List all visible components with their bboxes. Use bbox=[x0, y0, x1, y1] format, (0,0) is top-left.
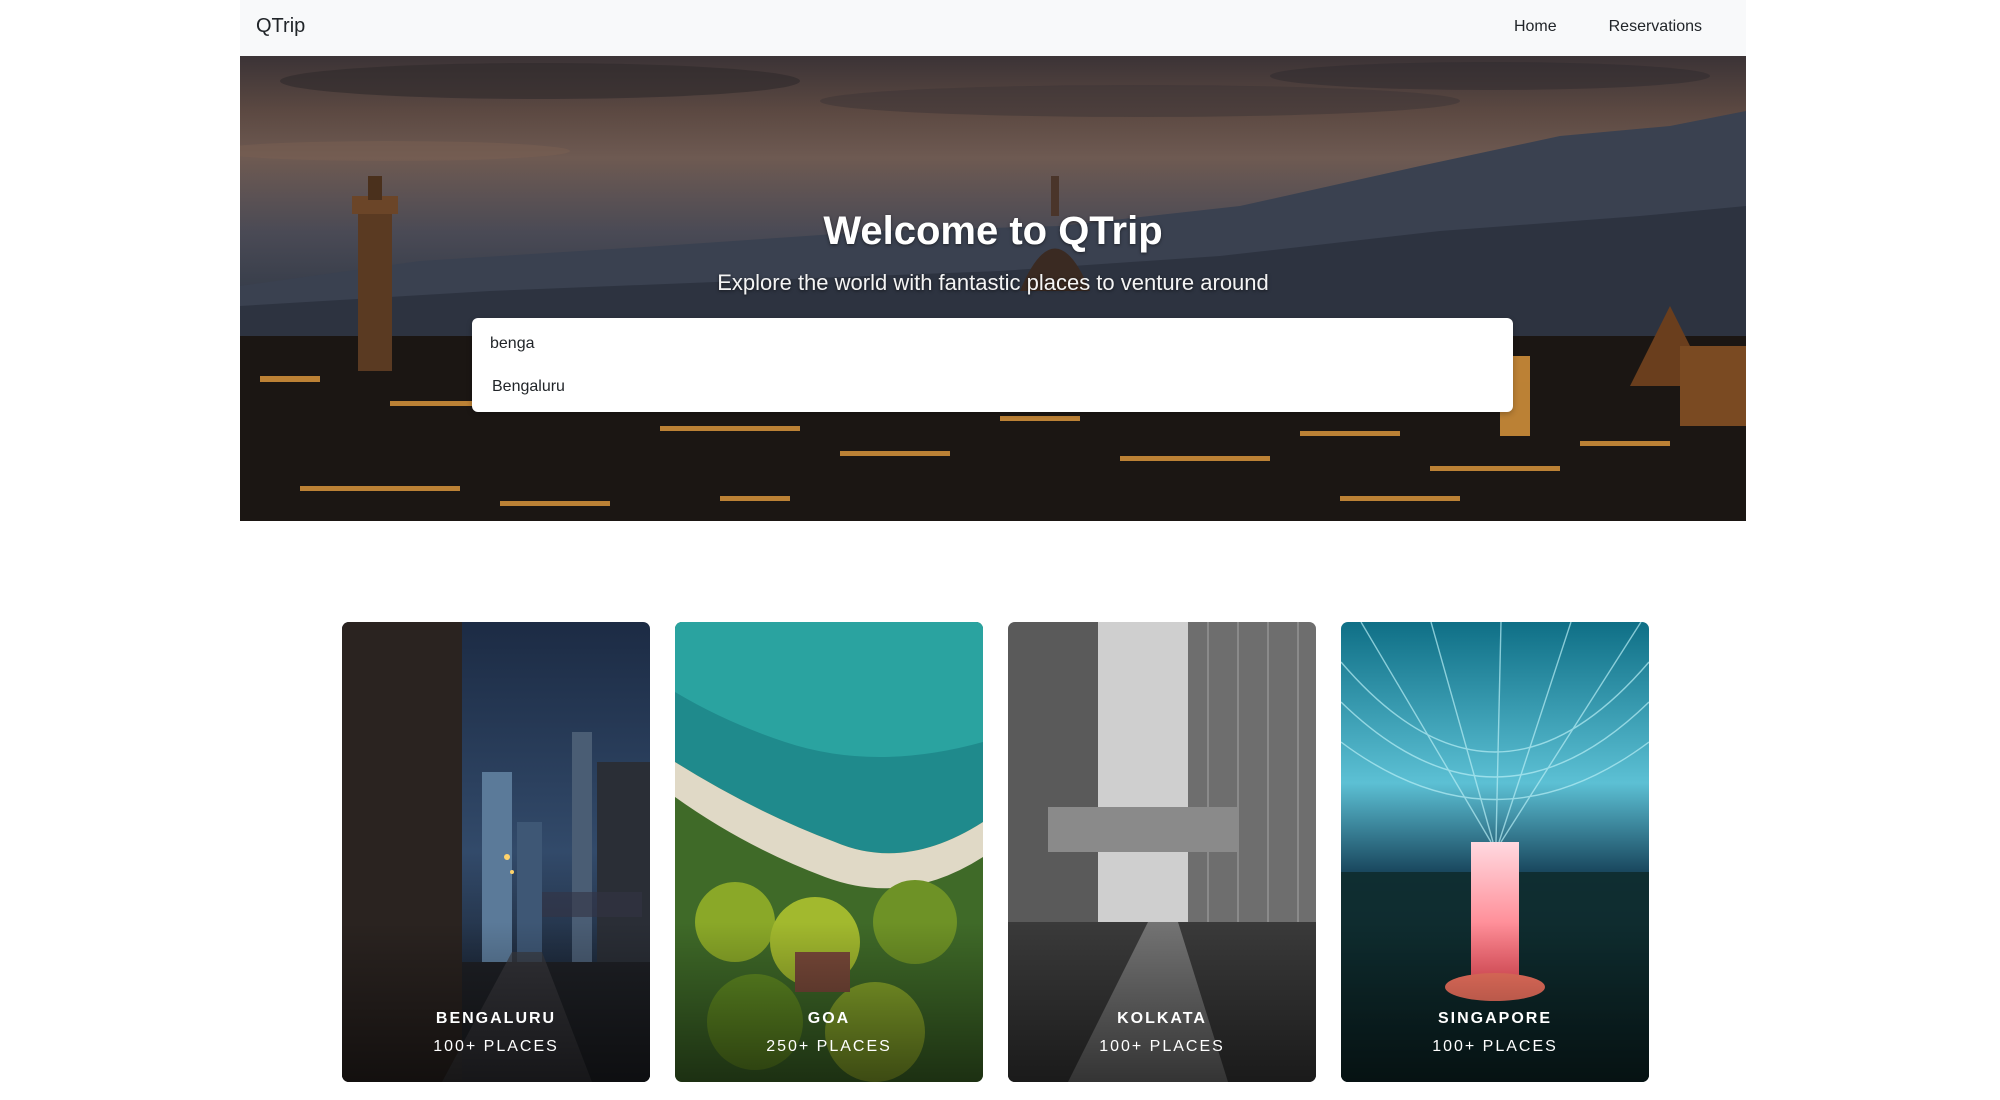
city-name: KOLKATA bbox=[1117, 1010, 1207, 1027]
nav-links: Home Reservations bbox=[1514, 18, 1702, 36]
search-box: Bengaluru bbox=[472, 318, 1513, 412]
hero-subtitle: Explore the world with fantastic places … bbox=[717, 270, 1269, 295]
city-places-count: 100+ PLACES bbox=[1099, 1038, 1225, 1055]
navbar: QTrip Home Reservations bbox=[240, 0, 1746, 56]
city-card-singapore[interactable]: SINGAPORE 100+ PLACES bbox=[1341, 622, 1649, 1082]
card-shade bbox=[1341, 922, 1649, 1082]
hero-title: Welcome to QTrip bbox=[823, 209, 1163, 253]
city-name: SINGAPORE bbox=[1437, 1010, 1552, 1027]
card-shade bbox=[342, 922, 650, 1082]
city-card-bengaluru[interactable]: BENGALURU 100+ PLACES bbox=[342, 622, 650, 1082]
card-shade bbox=[1008, 922, 1316, 1082]
city-name: GOA bbox=[807, 1010, 851, 1027]
nav-link-reservations[interactable]: Reservations bbox=[1609, 18, 1702, 36]
city-places-count: 250+ PLACES bbox=[766, 1038, 892, 1055]
search-suggestion-bengaluru[interactable]: Bengaluru bbox=[492, 378, 565, 396]
search-input[interactable] bbox=[488, 330, 1492, 358]
nav-link-home[interactable]: Home bbox=[1514, 18, 1557, 36]
page: QTrip Home Reservations Welcome to QTrip… bbox=[0, 0, 2000, 1100]
city-places-count: 100+ PLACES bbox=[433, 1038, 559, 1055]
hero-banner: Welcome to QTrip Explore the world with … bbox=[240, 56, 1746, 521]
city-places-count: 100+ PLACES bbox=[1432, 1038, 1558, 1055]
city-card-kolkata[interactable]: KOLKATA 100+ PLACES bbox=[1008, 622, 1316, 1082]
brand-logo[interactable]: QTrip bbox=[256, 15, 305, 38]
card-shade bbox=[675, 922, 983, 1082]
city-name: BENGALURU bbox=[435, 1010, 557, 1027]
city-card-goa[interactable]: GOA 250+ PLACES bbox=[675, 622, 983, 1082]
